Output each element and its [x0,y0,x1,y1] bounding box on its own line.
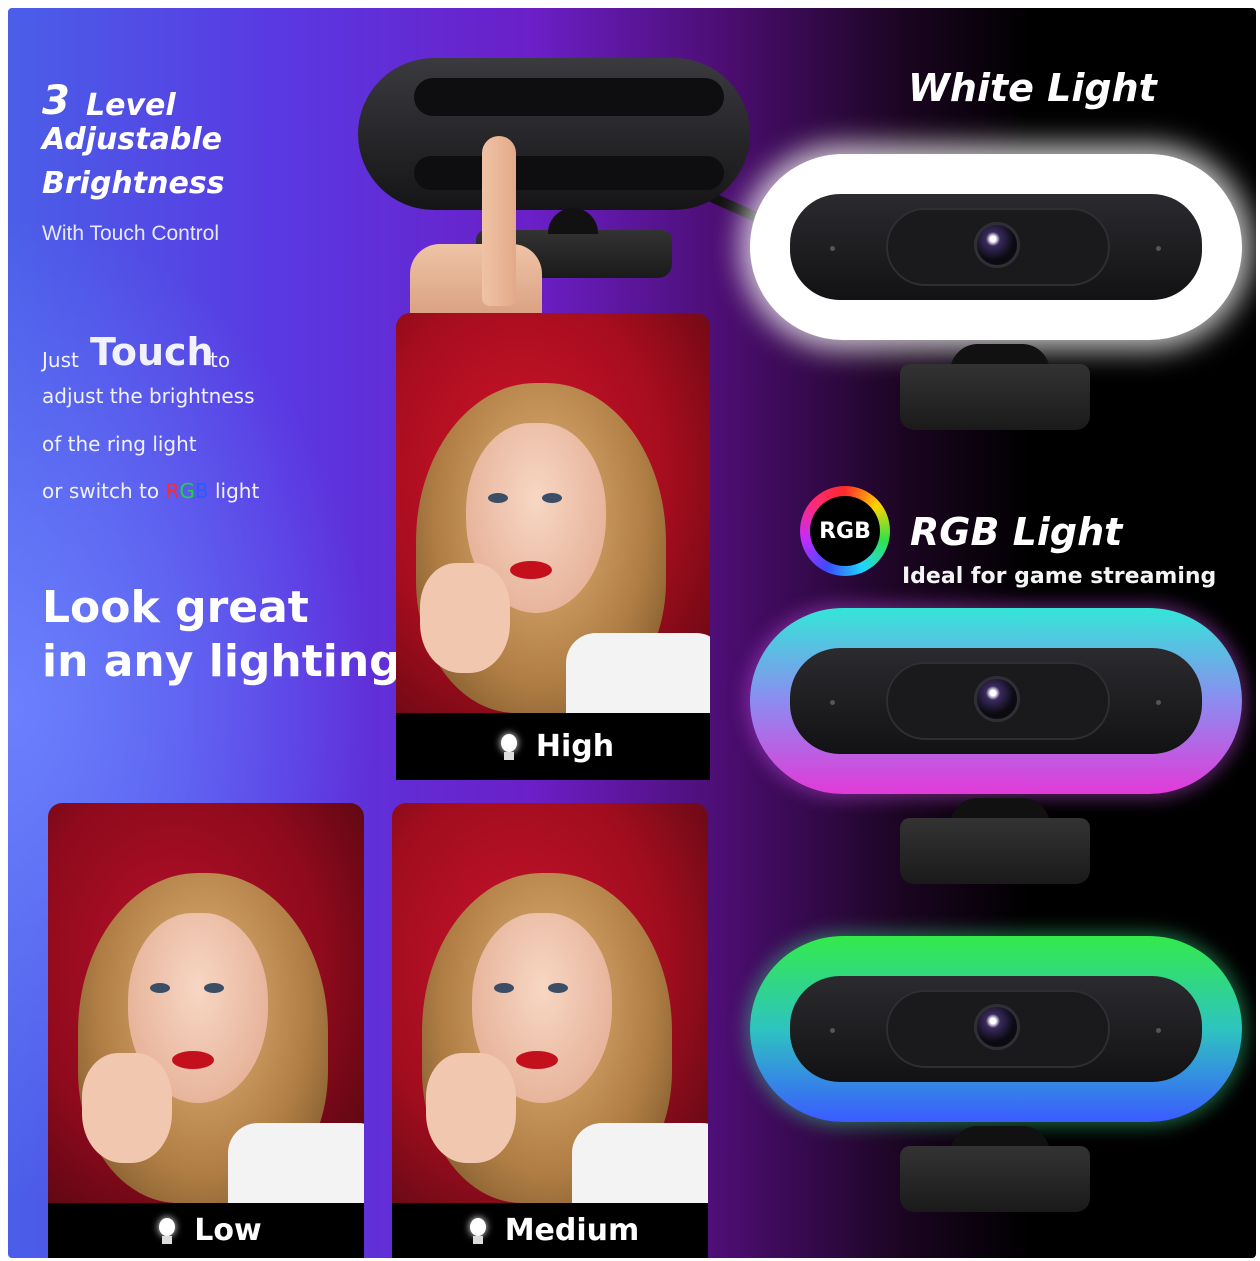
photo-lips [516,1051,558,1069]
photo-shirt [572,1123,708,1203]
webcam-front-panel-lower [414,156,724,190]
photo-lips [172,1051,214,1069]
bulb-icon [492,730,526,764]
camera-lens-icon [974,222,1020,268]
hand-palm [410,244,542,320]
webcam-front-panel [414,78,724,116]
photo-medium-brightness [392,803,708,1203]
text-line-4: or switch to RGB light [42,479,259,503]
photo-eye-left [494,983,514,993]
rgb-light-subtitle: Ideal for game streaming [902,564,1217,589]
photo-lips [510,561,552,579]
level-band-low: Low [48,1203,364,1258]
tagline-line-2: in any lighting [42,636,401,687]
photo-hand [426,1053,516,1163]
text-line-2: adjust the brightness [42,384,255,408]
mic-dot [830,700,835,705]
level-label-low: Low [194,1213,262,1248]
mic-dot [1156,246,1161,251]
text-rgb-g: G [179,479,195,503]
text-just: Just [42,348,79,372]
heading-level: Level [86,88,176,123]
text-touch: Touch [90,330,214,374]
white-light-title: White Light [908,66,1157,110]
camera-lens-icon [974,1004,1020,1050]
level-band-high: High [396,713,710,780]
photo-hand [82,1053,172,1163]
webcam-mount [900,364,1090,430]
webcam-neck [548,208,598,234]
mic-dot [1156,1028,1161,1033]
text-to: to [210,348,231,372]
photo-shirt [566,633,710,713]
photo-hand [420,563,510,673]
photo-high-brightness [396,313,710,713]
level-band-medium: Medium [392,1203,708,1258]
camera-lens-icon [974,676,1020,722]
heading-brightness: Brightness [42,166,225,201]
text-line-3: of the ring light [42,432,197,456]
rgb-ring-icon: RGB [800,486,890,576]
text-rgb-b: B [194,479,209,503]
mic-dot [1156,700,1161,705]
touching-finger [482,136,516,306]
text-line-4-prefix: or switch to [42,479,160,503]
feature-banner: 3 Level Adjustable Brightness With Touch… [8,8,1256,1258]
webcam-rgb-green-blue [750,936,1242,1216]
photo-eye-right [548,983,568,993]
rgb-light-title: RGB Light [910,510,1123,554]
webcam-rgb-cyan-magenta [750,608,1242,888]
photo-shirt [228,1123,364,1203]
photo-eye-left [488,493,508,503]
webcam-white-light [750,154,1242,434]
photo-eye-left [150,983,170,993]
photo-low-brightness [48,803,364,1203]
level-label-high: High [535,729,615,764]
text-rgb-r: R [165,479,180,503]
subtitle: With Touch Control [42,222,220,245]
bulb-icon [461,1214,495,1248]
mic-dot [830,246,835,251]
heading-number: 3 [42,78,70,124]
bulb-icon [150,1214,184,1248]
heading-adjustable: Adjustable [42,122,222,157]
rgb-badge-label: RGB [810,496,880,566]
photo-eye-right [542,493,562,503]
level-label-medium: Medium [504,1213,640,1248]
webcam-mount [900,1146,1090,1212]
photo-eye-right [204,983,224,993]
text-line-4-suffix: light [214,479,260,503]
tagline-line-1: Look great [42,582,309,633]
mic-dot [830,1028,835,1033]
webcam-mount [900,818,1090,884]
